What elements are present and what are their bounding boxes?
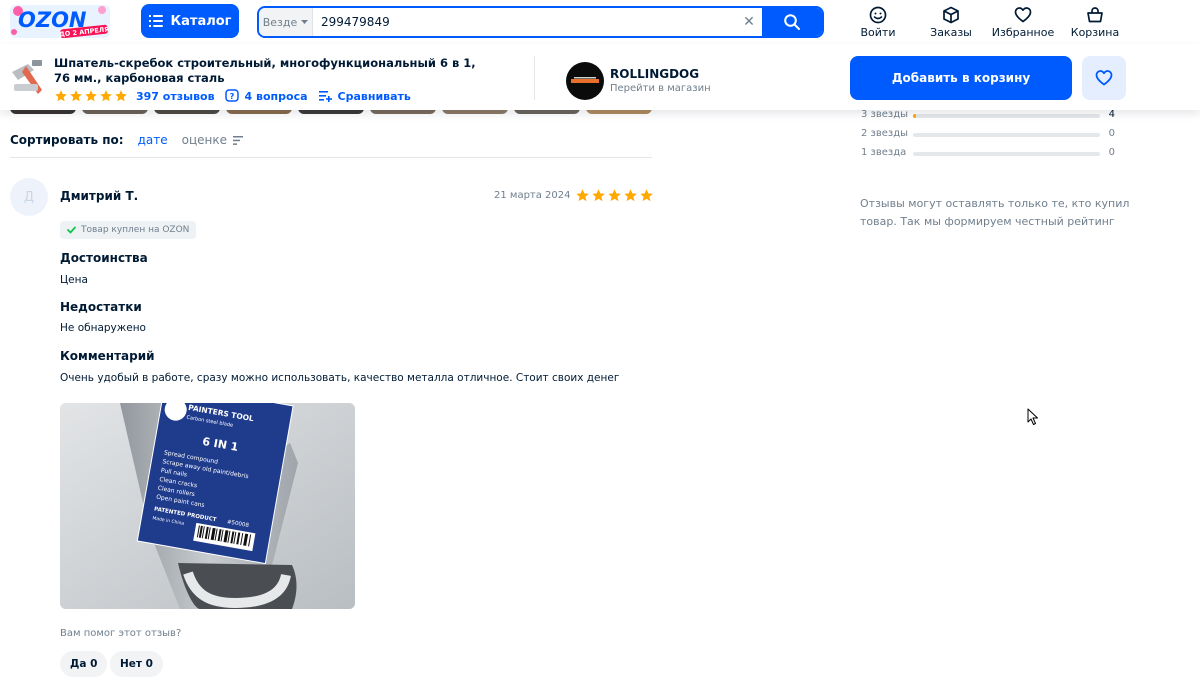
sort-bar: Сортировать по: дате оценке bbox=[10, 133, 243, 147]
heart-icon bbox=[1095, 70, 1113, 86]
pros-text: Цена bbox=[60, 274, 88, 286]
review-author: Дмитрий Т. bbox=[60, 189, 139, 203]
search-bar: Везде ✕ bbox=[257, 6, 824, 38]
verified-label: Товар куплен на OZON bbox=[81, 225, 190, 235]
review-photo[interactable]: PAINTERS TOOL Carbon steel blade 6 IN 1 … bbox=[60, 403, 355, 609]
rating-bar-fill bbox=[913, 114, 916, 118]
rating-bar bbox=[913, 133, 1100, 137]
compare-link[interactable]: Сравнивать bbox=[338, 90, 411, 103]
divider bbox=[10, 157, 652, 158]
nav-favorites[interactable]: Избранное bbox=[988, 6, 1058, 39]
rating-row-count: 0 bbox=[1108, 147, 1115, 158]
basket-icon bbox=[1087, 7, 1103, 23]
star-icon bbox=[592, 189, 605, 202]
sort-by-date[interactable]: дате bbox=[138, 133, 168, 147]
star-icon bbox=[640, 189, 653, 202]
heart-icon bbox=[1014, 7, 1032, 23]
product-meta: 397 отзывов ? 4 вопроса Сравнивать bbox=[54, 89, 411, 103]
rating-row-label: 3 звезды bbox=[861, 109, 909, 120]
rating-bar bbox=[913, 152, 1100, 156]
helpful-question: Вам помог этот отзыв? bbox=[60, 628, 182, 639]
mouse-cursor-icon bbox=[1027, 408, 1038, 425]
product-thumbnail[interactable] bbox=[8, 56, 48, 98]
nav-cart[interactable]: Корзина bbox=[1060, 6, 1130, 39]
search-icon bbox=[784, 14, 800, 30]
rating-row-2[interactable]: 2 звезды 0 bbox=[861, 128, 1121, 142]
nav-cart-label: Корзина bbox=[1070, 26, 1120, 39]
sort-by-rating-label: оценке bbox=[181, 133, 227, 147]
star-icon bbox=[608, 189, 621, 202]
reviews-link[interactable]: 397 отзывов bbox=[136, 90, 215, 103]
chevron-down-icon bbox=[301, 20, 309, 24]
user-smile-icon bbox=[869, 6, 887, 24]
rating-note: Отзывы могут оставлять только те, кто ку… bbox=[860, 197, 1130, 228]
compare-icon bbox=[318, 91, 332, 102]
vote-yes-button[interactable]: Да 0 bbox=[60, 651, 108, 677]
search-scope-select[interactable]: Везде bbox=[259, 8, 313, 36]
rating-row-3[interactable]: 3 звезды 4 bbox=[861, 109, 1121, 123]
checkmark-icon bbox=[67, 226, 76, 234]
search-input[interactable] bbox=[313, 8, 736, 36]
search-button[interactable] bbox=[762, 8, 822, 36]
star-icon bbox=[100, 90, 112, 102]
ozon-logo[interactable]: OZON ДО 2 АПРЕЛЯ bbox=[10, 5, 110, 39]
star-icon bbox=[115, 90, 127, 102]
rating-row-count: 4 bbox=[1108, 109, 1115, 120]
clear-search-icon[interactable]: ✕ bbox=[736, 8, 762, 36]
product-rating-stars bbox=[54, 89, 128, 103]
nav-login-label: Войти bbox=[860, 26, 896, 39]
sort-label: Сортировать по: bbox=[10, 133, 124, 147]
review-date: 21 марта 2024 bbox=[494, 190, 571, 201]
comment-heading: Комментарий bbox=[60, 349, 155, 363]
nav-login[interactable]: Войти bbox=[843, 6, 913, 39]
rating-row-label: 1 звезда bbox=[861, 147, 907, 158]
rating-row-label: 2 звезды bbox=[861, 128, 909, 139]
seller-logo[interactable] bbox=[566, 62, 604, 100]
nav-orders-label: Заказы bbox=[930, 26, 972, 39]
pros-heading: Достоинства bbox=[60, 251, 148, 265]
catalog-button[interactable]: Каталог bbox=[141, 4, 239, 38]
divider bbox=[534, 56, 535, 100]
svg-text:?: ? bbox=[229, 92, 234, 101]
cons-text: Не обнаружено bbox=[60, 322, 146, 334]
seller-store-link[interactable]: Перейти в магазин bbox=[610, 83, 711, 94]
review-rating-stars bbox=[575, 188, 654, 203]
sort-by-rating[interactable]: оценке bbox=[182, 133, 243, 147]
rating-bar bbox=[913, 114, 1100, 118]
question-icon: ? bbox=[224, 89, 239, 102]
star-icon bbox=[576, 189, 589, 202]
nav-favorites-label: Избранное bbox=[991, 26, 1055, 39]
add-to-favorites-button[interactable] bbox=[1082, 56, 1126, 100]
verified-purchase-badge: Товар куплен на OZON bbox=[60, 221, 197, 239]
star-icon bbox=[70, 90, 82, 102]
box-icon bbox=[943, 6, 959, 24]
rating-row-count: 0 bbox=[1108, 128, 1115, 139]
catalog-label: Каталог bbox=[170, 13, 232, 29]
star-icon bbox=[55, 90, 67, 102]
site-header: OZON ДО 2 АПРЕЛЯ Каталог Везде ✕ Войти З… bbox=[0, 0, 1200, 44]
menu-icon bbox=[148, 15, 163, 27]
star-icon bbox=[624, 189, 637, 202]
sticky-product-bar: Шпатель-скребок строительный, многофункц… bbox=[0, 44, 1200, 110]
nav-orders[interactable]: Заказы bbox=[916, 6, 986, 39]
seller-name[interactable]: ROLLINGDOG bbox=[610, 67, 699, 81]
rating-row-1[interactable]: 1 звезда 0 bbox=[861, 147, 1121, 161]
avatar: Д bbox=[10, 178, 48, 216]
sort-icon bbox=[233, 135, 243, 145]
add-to-cart-button[interactable]: Добавить в корзину bbox=[850, 56, 1072, 100]
star-icon bbox=[85, 90, 97, 102]
product-title[interactable]: Шпатель-скребок строительный, многофункц… bbox=[54, 56, 484, 86]
vote-no-button[interactable]: Нет 0 bbox=[110, 651, 163, 677]
cons-heading: Недостатки bbox=[60, 300, 142, 314]
comment-text: Очень удобый в работе, сразу можно испол… bbox=[60, 372, 620, 384]
questions-link[interactable]: 4 вопроса bbox=[245, 90, 308, 103]
search-scope-label: Везде bbox=[262, 15, 298, 29]
